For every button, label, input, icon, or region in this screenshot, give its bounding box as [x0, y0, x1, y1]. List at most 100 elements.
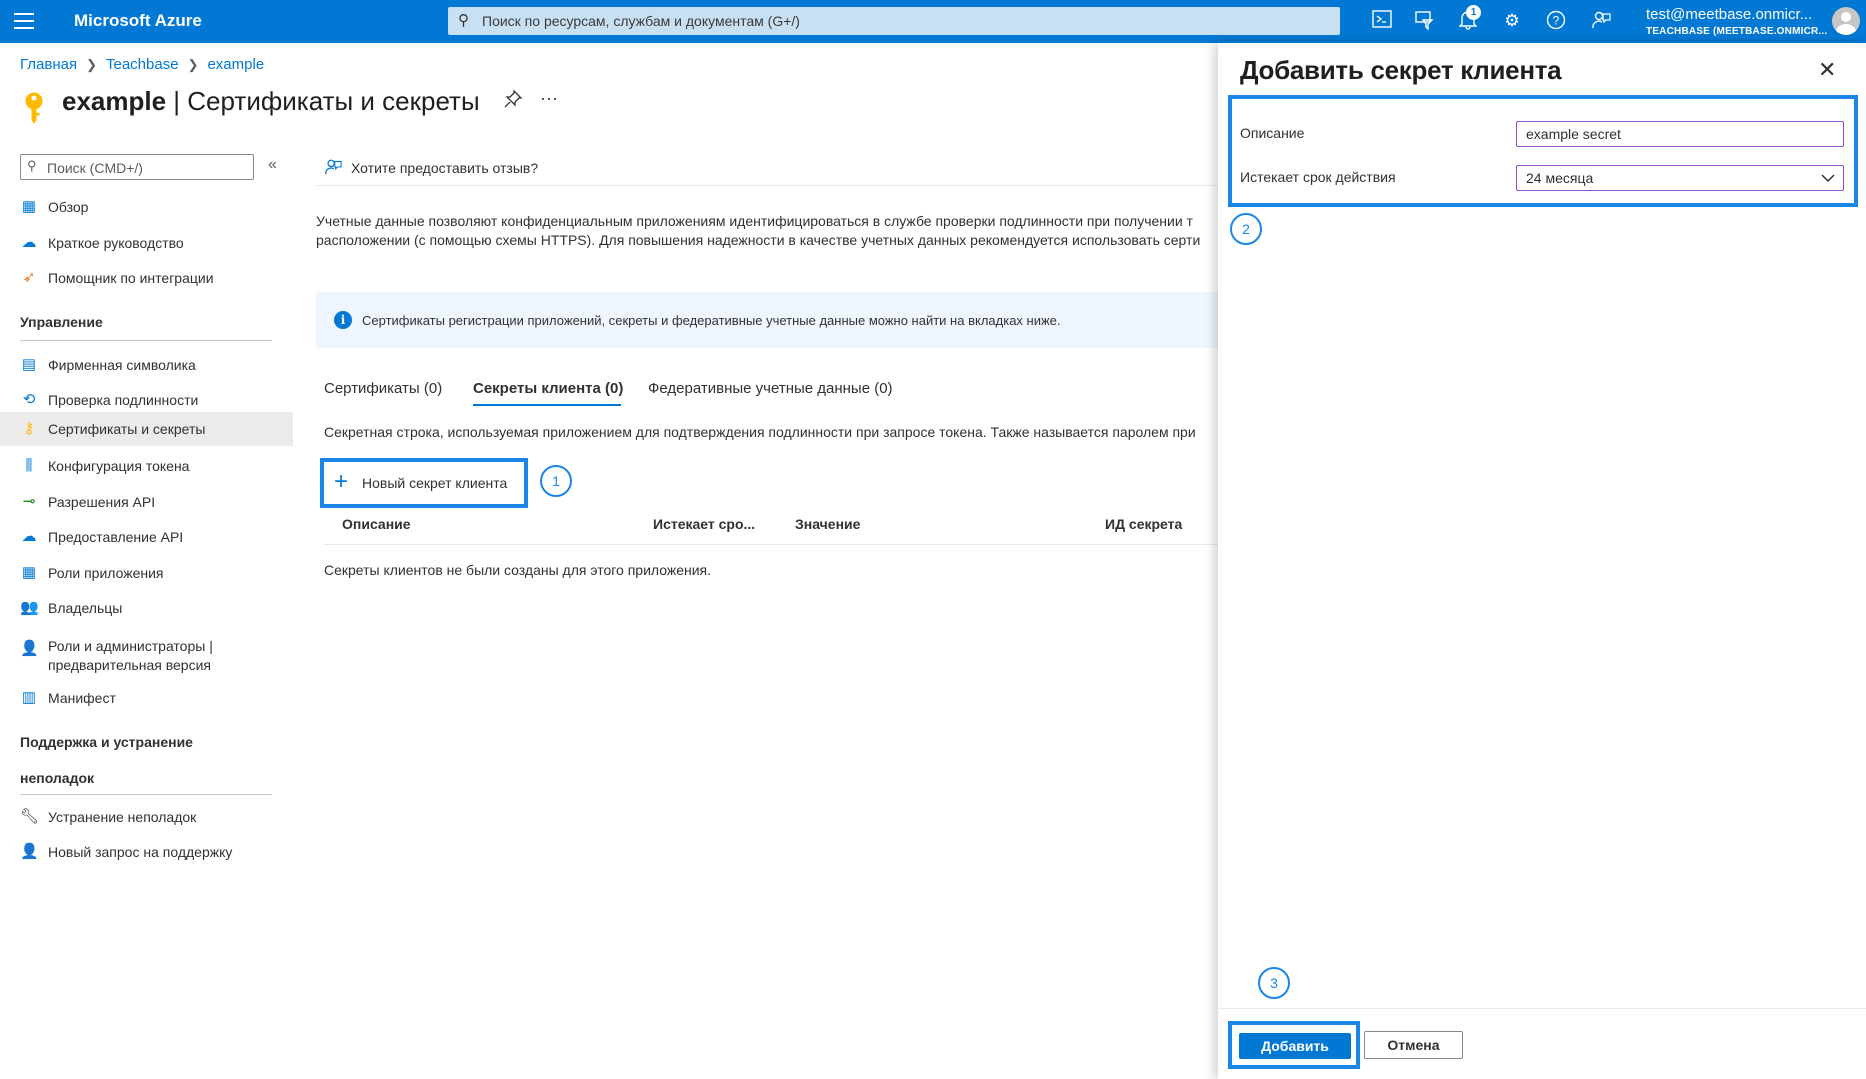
nav-item-label: Роли и администраторы | предварительная …: [48, 638, 213, 673]
support-icon: 👤: [20, 843, 39, 860]
global-search-placeholder: Поиск по ресурсам, службам и документам …: [482, 13, 800, 29]
nav-item-quickstart[interactable]: ☁ Краткое руководство: [0, 226, 293, 260]
credentials-description: Учетные данные позволяют конфиденциальны…: [316, 212, 1218, 250]
divider: [316, 185, 1218, 186]
nav-item-troubleshooting[interactable]: 🔧︎ Устранение неполадок: [0, 800, 293, 834]
nav-item-app-roles[interactable]: ▦ Роли приложения: [0, 556, 293, 590]
app-roles-icon: ▦: [21, 564, 37, 581]
new-client-secret-button[interactable]: + Новый секрет клиента: [320, 458, 528, 508]
info-text: Сертификаты регистрации приложений, секр…: [362, 313, 1061, 328]
nav-item-api-permissions[interactable]: ⊸ Разрешения API: [0, 485, 293, 519]
nav-item-owners[interactable]: 👥 Владельцы: [0, 591, 293, 625]
column-header-secret-id[interactable]: ИД секрета: [1105, 516, 1182, 532]
step-marker-2: 2: [1230, 213, 1262, 245]
nav-item-overview[interactable]: ▦ Обзор: [0, 190, 293, 224]
key-icon: [25, 92, 43, 124]
nav-section-manage: Управление: [20, 314, 103, 330]
description-input[interactable]: example secret: [1516, 121, 1844, 147]
tab-federated-credentials[interactable]: Федеративные учетные данные (0): [648, 380, 893, 397]
nav-item-certificates-secrets[interactable]: ⚷ Сертификаты и секреты: [0, 412, 293, 446]
nav-item-label: Краткое руководство: [48, 235, 184, 251]
nav-item-label: Предоставление API: [48, 529, 184, 545]
feedback-icon[interactable]: [324, 158, 342, 181]
nav-item-label: Проверка подлинности: [48, 392, 199, 408]
nav-item-label: Помощник по интеграции: [48, 270, 214, 286]
directory-filter-icon[interactable]: [1413, 10, 1435, 32]
expires-label: Истекает срок действия: [1240, 169, 1396, 185]
nav-item-label: Фирменная символика: [48, 357, 196, 373]
column-header-expires[interactable]: Истекает сро...: [653, 516, 755, 532]
cancel-button[interactable]: Отмена: [1364, 1031, 1463, 1059]
nav-section-support: Поддержка и устранение: [20, 734, 193, 750]
api-permissions-icon: ⊸: [22, 493, 36, 510]
nav-section-support-cont: неполадок: [20, 770, 95, 786]
empty-table-message: Секреты клиентов не были созданы для это…: [324, 562, 712, 578]
nav-item-branding[interactable]: ▤ Фирменная символика: [0, 348, 293, 382]
brand-label[interactable]: Microsoft Azure: [74, 11, 202, 31]
nav-item-expose-api[interactable]: ☁ Предоставление API: [0, 520, 293, 554]
global-search-input[interactable]: ⚲ Поиск по ресурсам, службам и документа…: [448, 7, 1340, 35]
breadcrumb-teachbase[interactable]: Teachbase: [106, 56, 179, 73]
nav-item-token-config[interactable]: ⫼ Конфигурация токена: [0, 449, 293, 483]
new-client-secret-label: Новый секрет клиента: [362, 475, 508, 491]
user-tenant[interactable]: TEACHBASE (MEETBASE.ONMICR...: [1646, 26, 1827, 37]
search-icon: ⚲: [27, 158, 37, 173]
step-marker-1: 1: [540, 465, 572, 497]
divider: [1218, 1008, 1866, 1009]
tab-client-secrets[interactable]: Секреты клиента (0): [473, 380, 623, 397]
grid-icon: ▦: [21, 198, 37, 215]
more-actions-icon[interactable]: ···: [540, 88, 558, 109]
user-email[interactable]: test@meetbase.onmicr...: [1646, 6, 1812, 23]
step-marker-3: 3: [1258, 967, 1290, 999]
top-bar: Microsoft Azure ⚲ Поиск по ресурсам, слу…: [0, 0, 1866, 43]
cloud-shell-icon[interactable]: [1371, 10, 1393, 32]
nav-item-label: Новый запрос на поддержку: [48, 844, 233, 860]
breadcrumb-home[interactable]: Главная: [20, 56, 77, 73]
token-icon: ⫼: [25, 457, 33, 474]
cloud-icon: ☁: [21, 234, 37, 251]
nav-item-label: Манифест: [48, 690, 116, 706]
search-icon: ⚲: [458, 12, 469, 29]
tab-certificates[interactable]: Сертификаты (0): [324, 380, 442, 397]
column-header-value[interactable]: Значение: [795, 516, 860, 532]
help-icon[interactable]: ?: [1545, 10, 1567, 32]
collapse-nav-icon[interactable]: «: [268, 156, 277, 174]
info-icon: i: [334, 311, 352, 329]
branding-icon: ▤: [21, 356, 37, 373]
divider: [20, 340, 272, 341]
chevron-right-icon: ❯: [187, 57, 199, 72]
nav-item-new-support-request[interactable]: 👤 Новый запрос на поддержку: [0, 835, 293, 869]
menu-icon[interactable]: [14, 13, 34, 34]
manifest-icon: ▥: [21, 689, 37, 706]
expires-selected-value: 24 месяца: [1526, 170, 1594, 186]
chevron-right-icon: ❯: [86, 57, 97, 72]
divider: [20, 794, 272, 795]
expires-dropdown[interactable]: 24 месяца: [1516, 165, 1844, 191]
cloud-api-icon: ☁: [21, 528, 37, 545]
settings-gear-icon[interactable]: ⚙: [1501, 10, 1523, 32]
svg-text:?: ?: [1553, 14, 1560, 28]
nav-search-input[interactable]: ⚲ Поиск (CMD+/): [20, 154, 254, 180]
breadcrumb-example[interactable]: example: [207, 56, 264, 73]
nav-item-roles-admins[interactable]: 👤 Роли и администраторы | предварительна…: [0, 632, 293, 676]
pin-icon[interactable]: [504, 89, 523, 113]
feedback-icon[interactable]: [1590, 10, 1612, 32]
nav-item-label: Разрешения API: [48, 494, 156, 510]
rocket-icon: ➶: [22, 269, 36, 286]
wrench-icon: 🔧︎: [20, 808, 40, 825]
nav-item-label: Владельцы: [48, 600, 123, 616]
avatar[interactable]: [1832, 7, 1860, 35]
auth-icon: ⟲: [22, 391, 36, 408]
close-icon[interactable]: ✕: [1818, 57, 1836, 83]
nav-item-integration-assistant[interactable]: ➶ Помощник по интеграции: [0, 261, 293, 295]
feedback-link[interactable]: Хотите предоставить отзыв?: [351, 160, 538, 176]
nav-item-label: Конфигурация токена: [48, 458, 190, 474]
column-header-description[interactable]: Описание: [342, 516, 411, 532]
info-banner: i Сертификаты регистрации приложений, се…: [316, 292, 1218, 348]
page-title: example | Сертификаты и секреты: [62, 86, 480, 117]
add-button[interactable]: Добавить: [1239, 1033, 1351, 1059]
nav-item-manifest[interactable]: ▥ Манифест: [0, 681, 293, 715]
nav-item-label: Сертификаты и секреты: [48, 421, 206, 437]
description-label: Описание: [1240, 125, 1305, 141]
nav-item-label: Устранение неполадок: [48, 809, 197, 825]
